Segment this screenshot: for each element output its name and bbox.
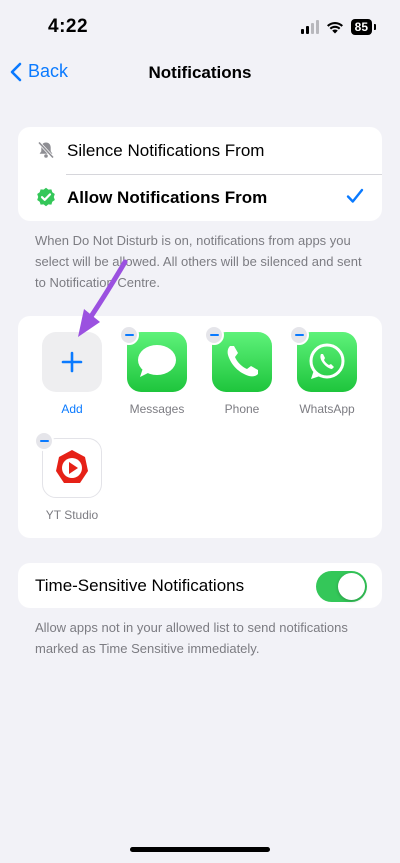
app-label: WhatsApp <box>299 402 355 416</box>
status-icons: 85 <box>300 19 377 35</box>
page-title: Notifications <box>148 63 252 82</box>
home-indicator <box>130 847 270 852</box>
allow-notifications-label: Allow Notifications From <box>67 187 268 207</box>
bell-slash-icon <box>37 141 55 159</box>
allowed-apps-card: Add Messages Phone WhatsApp YT Studio <box>18 316 382 538</box>
time-sensitive-toggle[interactable] <box>316 571 367 602</box>
yt-studio-logo-icon <box>56 450 88 483</box>
mode-footnote: When Do Not Disturb is on, notifications… <box>35 233 362 290</box>
verified-check-badge-icon <box>37 187 55 207</box>
navigation-bar: Back Notifications <box>0 54 400 92</box>
wifi-icon <box>326 21 343 34</box>
checkmark-icon <box>346 188 364 203</box>
cellular-signal-icon <box>300 20 319 34</box>
plus-icon <box>61 351 83 373</box>
allow-notifications-option[interactable]: Allow Notifications From <box>18 174 382 221</box>
toggle-knob <box>338 573 365 600</box>
status-bar: 4:22 85 <box>0 0 400 54</box>
add-tile <box>42 332 102 392</box>
remove-app-button[interactable] <box>204 325 224 345</box>
app-label: Messages <box>129 402 185 416</box>
silence-notifications-label: Silence Notifications From <box>67 140 265 160</box>
remove-app-button[interactable] <box>289 325 309 345</box>
app-label: YT Studio <box>45 508 99 522</box>
notification-mode-card: Silence Notifications From Allow Notific… <box>18 127 382 221</box>
silence-notifications-option[interactable]: Silence Notifications From <box>18 127 382 174</box>
battery-indicator: 85 <box>350 19 377 35</box>
time-sensitive-card: Time-Sensitive Notifications <box>18 563 382 608</box>
time-sensitive-footnote: Allow apps not in your allowed list to s… <box>35 620 348 656</box>
remove-app-button[interactable] <box>34 431 54 451</box>
remove-app-button[interactable] <box>119 325 139 345</box>
time-sensitive-label: Time-Sensitive Notifications <box>35 576 245 595</box>
app-label: Phone <box>224 402 260 416</box>
status-time: 4:22 <box>48 16 89 37</box>
add-label: Add <box>61 402 83 416</box>
